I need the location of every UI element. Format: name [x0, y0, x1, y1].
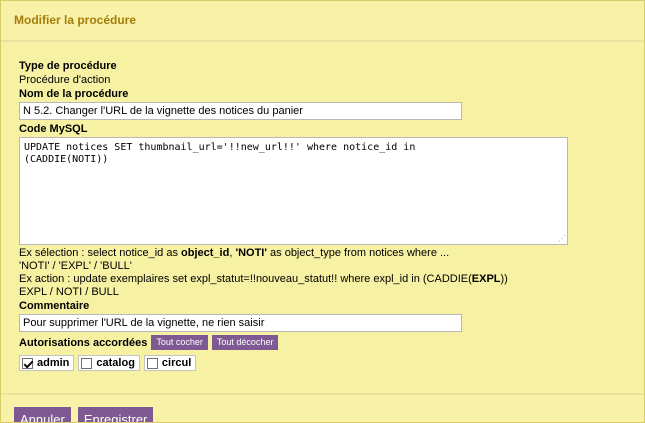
checkbox-catalog[interactable]: catalog — [78, 355, 140, 371]
action-example-help: Ex action : update exemplaires set expl_… — [19, 273, 643, 286]
selection-example-prefix: Ex sélection : select notice_id as — [19, 247, 182, 259]
checkbox-catalog-label: catalog — [96, 357, 135, 369]
checkbox-checked-icon[interactable] — [22, 357, 33, 369]
mysql-code-wrapper: UPDATE notices SET thumbnail_url='!!new_… — [19, 137, 568, 245]
checkbox-circul[interactable]: circul — [143, 355, 197, 371]
checkbox-admin[interactable]: admin — [19, 355, 75, 371]
selection-object-id: object_id — [181, 247, 230, 259]
action-example-suffix: )) — [500, 273, 508, 285]
comment-input[interactable] — [19, 314, 462, 332]
form-content: Type de procédure Procédure d'action Nom… — [19, 59, 643, 371]
save-button[interactable]: Enregistrer — [77, 407, 154, 422]
mysql-code-label: Code MySQL — [19, 123, 88, 135]
procedure-type-value: Procédure d'action — [19, 74, 111, 86]
procedure-type-label: Type de procédure — [19, 60, 117, 72]
authorization-checkboxes: admin catalog circul — [19, 355, 643, 371]
resize-grip-icon[interactable]: ⋰ — [558, 235, 566, 243]
checkbox-unchecked-icon[interactable] — [146, 357, 158, 369]
procedure-edit-panel: Modifier la procédure Type de procédure … — [0, 0, 645, 423]
authorizations-label: Autorisations accordées — [19, 336, 148, 349]
action-types-help: EXPL / NOTI / BULL — [19, 286, 119, 298]
selection-example-suffix: as object_type from notices where ... — [266, 247, 450, 259]
selection-types-help: 'NOTI' / 'EXPL' / 'BULL' — [19, 260, 132, 272]
selection-noti: 'NOTI' — [235, 247, 267, 259]
cancel-button[interactable]: Annuler — [14, 407, 71, 422]
checkbox-admin-label: admin — [37, 357, 70, 369]
comment-label: Commentaire — [19, 300, 90, 312]
checkbox-circul-label: circul — [161, 357, 192, 369]
page-title: Modifier la procédure — [14, 13, 137, 27]
action-expl: EXPL — [471, 273, 501, 285]
uncheck-all-button[interactable]: Tout décocher — [211, 335, 279, 350]
procedure-name-input[interactable] — [19, 102, 462, 120]
form-footer: Annuler Enregistrer — [1, 393, 644, 422]
procedure-name-label: Nom de la procédure — [19, 88, 129, 100]
selection-example-help: Ex sélection : select notice_id as objec… — [19, 247, 643, 260]
authorizations-row: Autorisations accordées Tout cocher Tout… — [19, 334, 643, 351]
action-example-prefix: Ex action : update exemplaires set expl_… — [19, 273, 472, 285]
checkbox-unchecked-icon[interactable] — [81, 357, 93, 369]
panel-header: Modifier la procédure — [1, 1, 644, 42]
check-all-button[interactable]: Tout cocher — [151, 335, 208, 350]
mysql-code-textarea[interactable]: UPDATE notices SET thumbnail_url='!!new_… — [19, 137, 568, 245]
